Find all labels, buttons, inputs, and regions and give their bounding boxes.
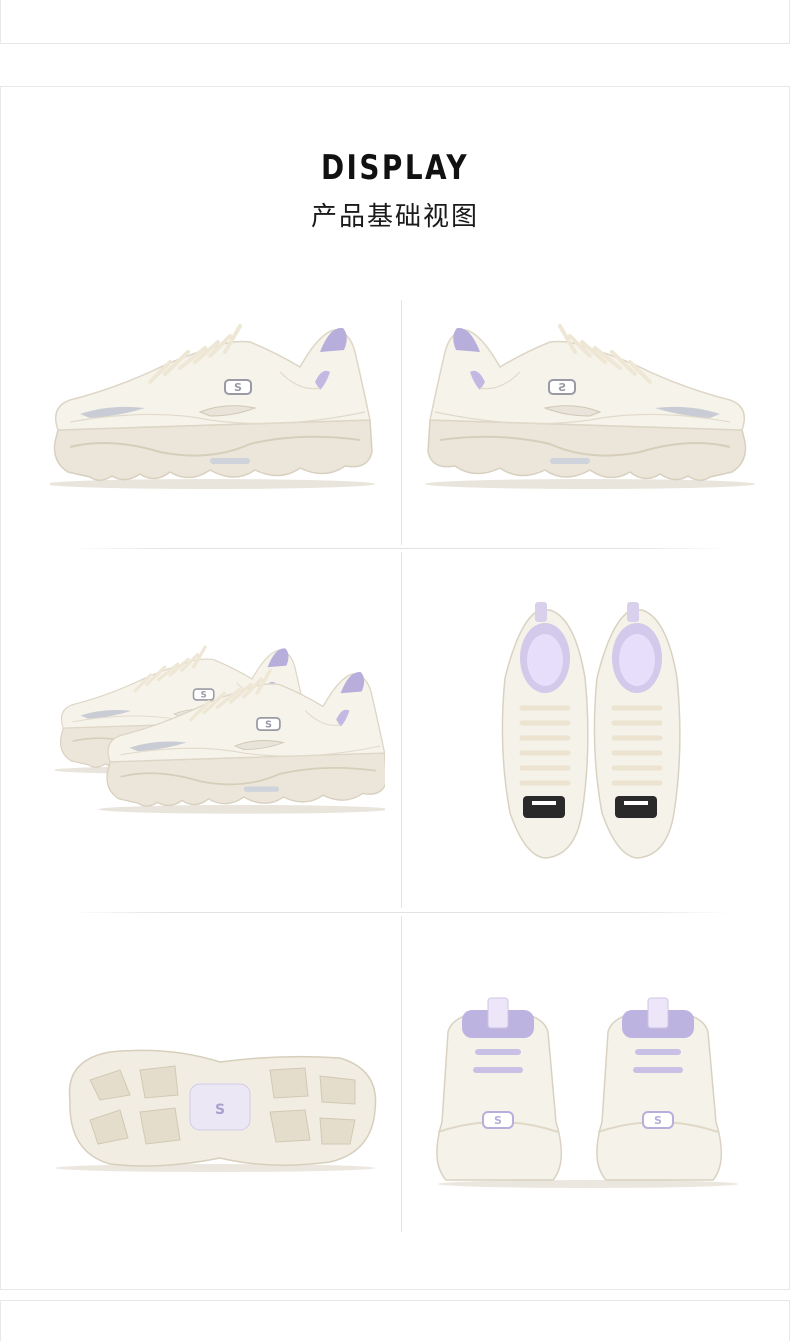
product-image-pair-angle	[55, 628, 385, 838]
product-image-sole-view: S	[50, 1040, 385, 1180]
grid-divider-vertical-1	[401, 300, 402, 545]
shoe-pair-angle-illustration	[55, 645, 385, 816]
grid-divider-vertical-2	[401, 552, 402, 908]
svg-text:S: S	[654, 1114, 662, 1127]
shoe-back-view-illustration: S S	[436, 997, 738, 1188]
svg-text:S: S	[494, 1114, 502, 1127]
product-image-back-view: S S	[428, 992, 748, 1192]
product-image-side-outer	[50, 312, 380, 492]
shoe-side-outer-illustration	[50, 324, 377, 491]
grid-divider-horizontal-1	[70, 548, 730, 549]
grid-divider-horizontal-2	[70, 912, 730, 913]
section-title: DISPLAY	[320, 148, 470, 188]
bottom-strip	[0, 1300, 790, 1341]
top-strip	[0, 0, 790, 44]
product-image-top-view	[490, 598, 690, 868]
product-image-side-inner	[425, 312, 755, 492]
svg-text:S: S	[215, 1102, 225, 1118]
shoe-side-inner-illustration	[425, 324, 755, 491]
section-subtitle: 产品基础视图	[310, 202, 479, 232]
grid-divider-vertical-3	[401, 916, 402, 1232]
shoe-top-view-illustration	[501, 602, 681, 859]
shoe-sole-illustration: S	[55, 1049, 377, 1172]
